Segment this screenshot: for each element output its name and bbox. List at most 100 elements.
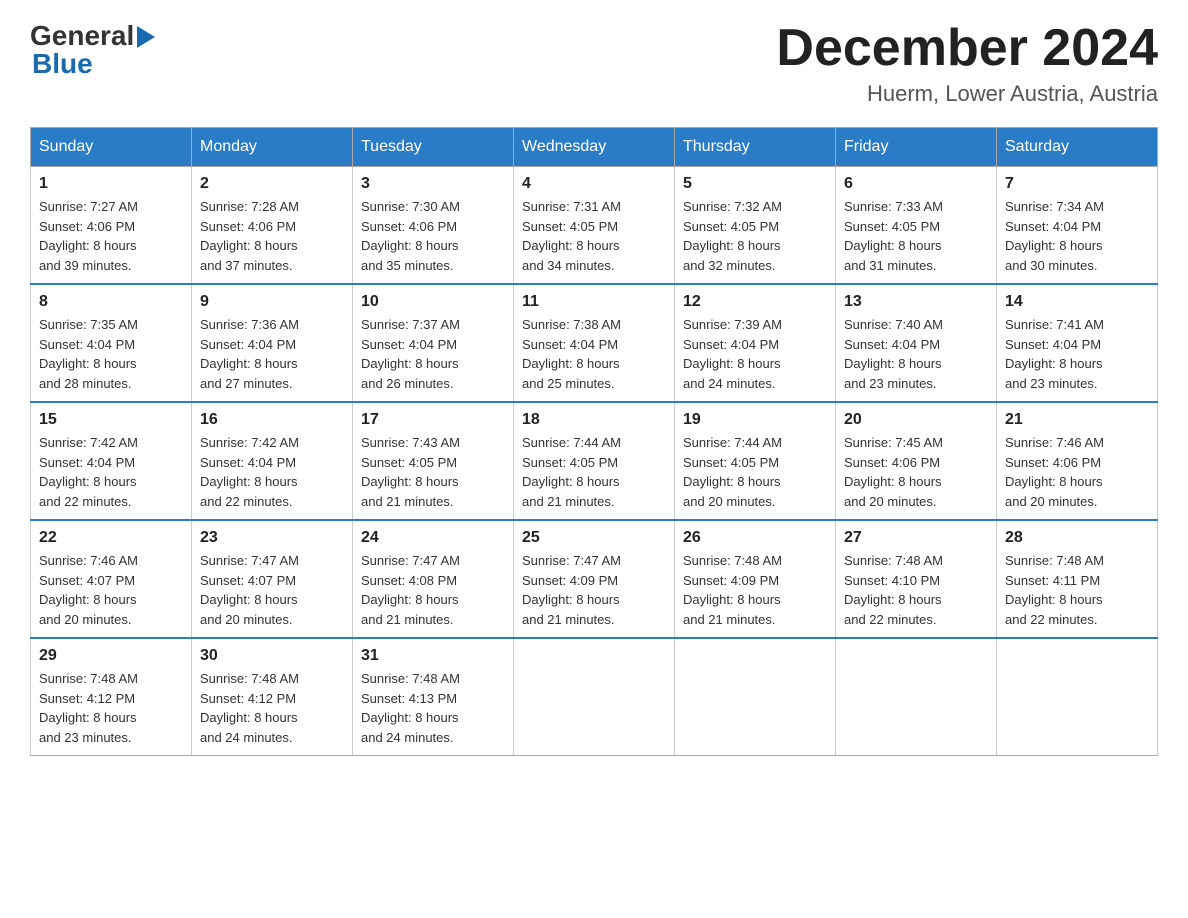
day-number: 7 [1005, 175, 1149, 193]
day-info: Sunrise: 7:48 AMSunset: 4:09 PMDaylight:… [683, 553, 782, 627]
header-thursday: Thursday [675, 128, 836, 167]
calendar-week-2: 8 Sunrise: 7:35 AMSunset: 4:04 PMDayligh… [31, 284, 1158, 402]
table-row: 29 Sunrise: 7:48 AMSunset: 4:12 PMDaylig… [31, 638, 192, 756]
header-tuesday: Tuesday [353, 128, 514, 167]
table-row: 23 Sunrise: 7:47 AMSunset: 4:07 PMDaylig… [192, 520, 353, 638]
table-row: 19 Sunrise: 7:44 AMSunset: 4:05 PMDaylig… [675, 402, 836, 520]
logo-blue-text: Blue [32, 48, 93, 79]
table-row: 8 Sunrise: 7:35 AMSunset: 4:04 PMDayligh… [31, 284, 192, 402]
page-header: General Blue December 2024 Huerm, Lower … [30, 20, 1158, 107]
day-info: Sunrise: 7:30 AMSunset: 4:06 PMDaylight:… [361, 199, 460, 273]
day-info: Sunrise: 7:44 AMSunset: 4:05 PMDaylight:… [683, 435, 782, 509]
table-row: 20 Sunrise: 7:45 AMSunset: 4:06 PMDaylig… [836, 402, 997, 520]
day-info: Sunrise: 7:43 AMSunset: 4:05 PMDaylight:… [361, 435, 460, 509]
day-info: Sunrise: 7:31 AMSunset: 4:05 PMDaylight:… [522, 199, 621, 273]
day-info: Sunrise: 7:46 AMSunset: 4:06 PMDaylight:… [1005, 435, 1104, 509]
day-number: 25 [522, 529, 666, 547]
table-row: 4 Sunrise: 7:31 AMSunset: 4:05 PMDayligh… [514, 167, 675, 285]
day-number: 2 [200, 175, 344, 193]
calendar-week-1: 1 Sunrise: 7:27 AMSunset: 4:06 PMDayligh… [31, 167, 1158, 285]
table-row: 16 Sunrise: 7:42 AMSunset: 4:04 PMDaylig… [192, 402, 353, 520]
month-year-title: December 2024 [776, 20, 1158, 77]
table-row: 17 Sunrise: 7:43 AMSunset: 4:05 PMDaylig… [353, 402, 514, 520]
table-row [675, 638, 836, 756]
day-number: 1 [39, 175, 183, 193]
table-row: 14 Sunrise: 7:41 AMSunset: 4:04 PMDaylig… [997, 284, 1158, 402]
table-row: 15 Sunrise: 7:42 AMSunset: 4:04 PMDaylig… [31, 402, 192, 520]
table-row: 11 Sunrise: 7:38 AMSunset: 4:04 PMDaylig… [514, 284, 675, 402]
day-number: 18 [522, 411, 666, 429]
day-info: Sunrise: 7:47 AMSunset: 4:09 PMDaylight:… [522, 553, 621, 627]
table-row: 30 Sunrise: 7:48 AMSunset: 4:12 PMDaylig… [192, 638, 353, 756]
table-row: 24 Sunrise: 7:47 AMSunset: 4:08 PMDaylig… [353, 520, 514, 638]
table-row [836, 638, 997, 756]
day-info: Sunrise: 7:48 AMSunset: 4:10 PMDaylight:… [844, 553, 943, 627]
table-row: 22 Sunrise: 7:46 AMSunset: 4:07 PMDaylig… [31, 520, 192, 638]
day-info: Sunrise: 7:40 AMSunset: 4:04 PMDaylight:… [844, 317, 943, 391]
table-row: 9 Sunrise: 7:36 AMSunset: 4:04 PMDayligh… [192, 284, 353, 402]
table-row: 12 Sunrise: 7:39 AMSunset: 4:04 PMDaylig… [675, 284, 836, 402]
day-info: Sunrise: 7:48 AMSunset: 4:11 PMDaylight:… [1005, 553, 1104, 627]
location-subtitle: Huerm, Lower Austria, Austria [776, 81, 1158, 107]
day-number: 8 [39, 293, 183, 311]
day-number: 6 [844, 175, 988, 193]
day-number: 29 [39, 647, 183, 665]
day-number: 19 [683, 411, 827, 429]
day-number: 4 [522, 175, 666, 193]
day-info: Sunrise: 7:42 AMSunset: 4:04 PMDaylight:… [200, 435, 299, 509]
table-row: 7 Sunrise: 7:34 AMSunset: 4:04 PMDayligh… [997, 167, 1158, 285]
day-info: Sunrise: 7:37 AMSunset: 4:04 PMDaylight:… [361, 317, 460, 391]
header-friday: Friday [836, 128, 997, 167]
day-number: 17 [361, 411, 505, 429]
day-number: 3 [361, 175, 505, 193]
table-row: 10 Sunrise: 7:37 AMSunset: 4:04 PMDaylig… [353, 284, 514, 402]
day-number: 15 [39, 411, 183, 429]
day-number: 22 [39, 529, 183, 547]
day-info: Sunrise: 7:48 AMSunset: 4:12 PMDaylight:… [200, 671, 299, 745]
day-number: 16 [200, 411, 344, 429]
header-wednesday: Wednesday [514, 128, 675, 167]
day-number: 26 [683, 529, 827, 547]
day-number: 12 [683, 293, 827, 311]
header-sunday: Sunday [31, 128, 192, 167]
calendar-week-5: 29 Sunrise: 7:48 AMSunset: 4:12 PMDaylig… [31, 638, 1158, 756]
day-info: Sunrise: 7:28 AMSunset: 4:06 PMDaylight:… [200, 199, 299, 273]
day-info: Sunrise: 7:48 AMSunset: 4:12 PMDaylight:… [39, 671, 138, 745]
calendar-table: Sunday Monday Tuesday Wednesday Thursday… [30, 127, 1158, 756]
day-number: 31 [361, 647, 505, 665]
day-info: Sunrise: 7:34 AMSunset: 4:04 PMDaylight:… [1005, 199, 1104, 273]
table-row: 2 Sunrise: 7:28 AMSunset: 4:06 PMDayligh… [192, 167, 353, 285]
day-number: 23 [200, 529, 344, 547]
calendar-week-4: 22 Sunrise: 7:46 AMSunset: 4:07 PMDaylig… [31, 520, 1158, 638]
day-number: 28 [1005, 529, 1149, 547]
day-number: 20 [844, 411, 988, 429]
table-row: 3 Sunrise: 7:30 AMSunset: 4:06 PMDayligh… [353, 167, 514, 285]
table-row: 21 Sunrise: 7:46 AMSunset: 4:06 PMDaylig… [997, 402, 1158, 520]
table-row [997, 638, 1158, 756]
day-number: 11 [522, 293, 666, 311]
day-info: Sunrise: 7:27 AMSunset: 4:06 PMDaylight:… [39, 199, 138, 273]
title-block: December 2024 Huerm, Lower Austria, Aust… [776, 20, 1158, 107]
day-info: Sunrise: 7:47 AMSunset: 4:07 PMDaylight:… [200, 553, 299, 627]
table-row: 6 Sunrise: 7:33 AMSunset: 4:05 PMDayligh… [836, 167, 997, 285]
table-row: 31 Sunrise: 7:48 AMSunset: 4:13 PMDaylig… [353, 638, 514, 756]
table-row: 28 Sunrise: 7:48 AMSunset: 4:11 PMDaylig… [997, 520, 1158, 638]
day-number: 24 [361, 529, 505, 547]
day-info: Sunrise: 7:36 AMSunset: 4:04 PMDaylight:… [200, 317, 299, 391]
day-info: Sunrise: 7:47 AMSunset: 4:08 PMDaylight:… [361, 553, 460, 627]
table-row: 27 Sunrise: 7:48 AMSunset: 4:10 PMDaylig… [836, 520, 997, 638]
day-number: 30 [200, 647, 344, 665]
day-info: Sunrise: 7:38 AMSunset: 4:04 PMDaylight:… [522, 317, 621, 391]
day-number: 5 [683, 175, 827, 193]
day-info: Sunrise: 7:42 AMSunset: 4:04 PMDaylight:… [39, 435, 138, 509]
day-info: Sunrise: 7:46 AMSunset: 4:07 PMDaylight:… [39, 553, 138, 627]
table-row: 25 Sunrise: 7:47 AMSunset: 4:09 PMDaylig… [514, 520, 675, 638]
day-number: 21 [1005, 411, 1149, 429]
day-info: Sunrise: 7:39 AMSunset: 4:04 PMDaylight:… [683, 317, 782, 391]
day-number: 9 [200, 293, 344, 311]
logo-arrow-icon [137, 26, 155, 48]
day-info: Sunrise: 7:33 AMSunset: 4:05 PMDaylight:… [844, 199, 943, 273]
logo: General Blue [30, 20, 155, 80]
day-info: Sunrise: 7:45 AMSunset: 4:06 PMDaylight:… [844, 435, 943, 509]
table-row: 18 Sunrise: 7:44 AMSunset: 4:05 PMDaylig… [514, 402, 675, 520]
